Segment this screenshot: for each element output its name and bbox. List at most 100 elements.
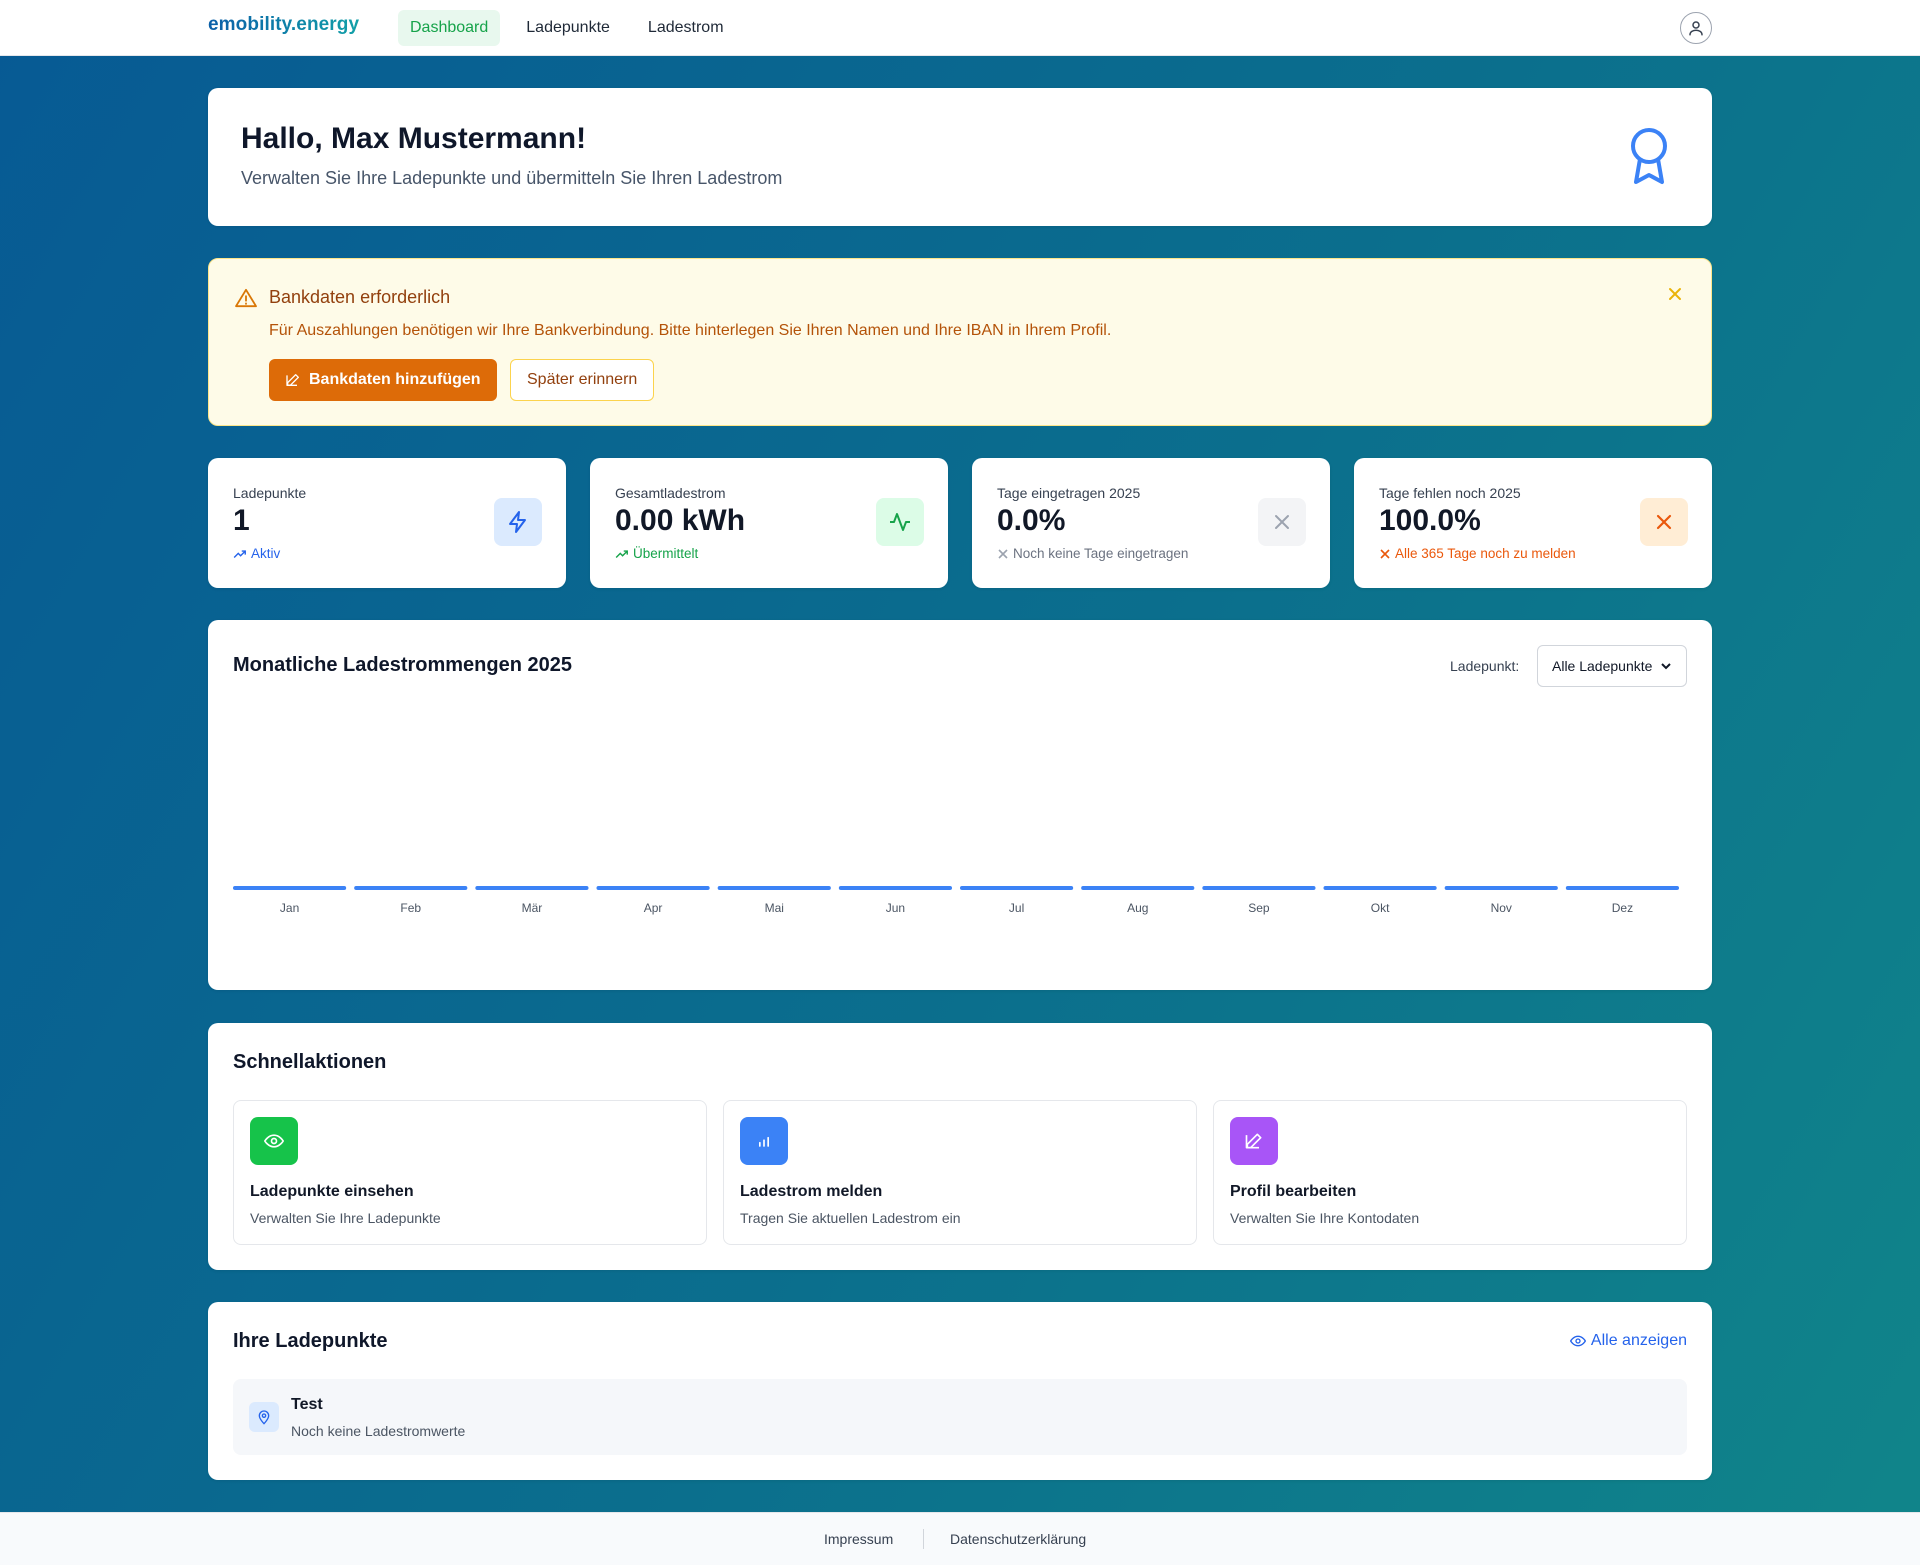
chart-bar-sep bbox=[1202, 886, 1316, 890]
main-nav: Dashboard Ladepunkte Ladestrom bbox=[398, 10, 736, 46]
x-icon bbox=[998, 548, 1008, 559]
nav-ladepunkte[interactable]: Ladepunkte bbox=[514, 10, 622, 46]
stat-value: 0.0% bbox=[997, 504, 1066, 537]
warning-icon bbox=[235, 288, 257, 308]
stat-card-tage-fehlen: Tage fehlen noch 2025 100.0% Alle 365 Ta… bbox=[1354, 458, 1712, 588]
chart-bar-apr bbox=[596, 886, 710, 890]
chart-x-tick-label: Jul bbox=[1009, 901, 1024, 915]
add-bank-data-label: Bankdaten hinzufügen bbox=[309, 371, 481, 388]
chart-bar-aug bbox=[1081, 886, 1195, 890]
chart-x-tick-label: Mär bbox=[522, 901, 543, 915]
stat-value: 0.00 kWh bbox=[615, 504, 746, 537]
welcome-card: Hallo, Max Mustermann! Verwalten Sie Ihr… bbox=[208, 88, 1712, 226]
quick-action-profil[interactable]: Profil bearbeiten Verwalten Sie Ihre Kon… bbox=[1213, 1100, 1687, 1245]
user-menu-button[interactable] bbox=[1680, 12, 1712, 44]
chart-bar-nov bbox=[1444, 886, 1558, 890]
chart-bar-jan bbox=[233, 886, 347, 890]
stat-label: Tage eingetragen 2025 bbox=[997, 485, 1141, 501]
show-all-label: Alle anzeigen bbox=[1590, 1332, 1687, 1349]
x-icon bbox=[1640, 498, 1688, 546]
bank-data-alert: Bankdaten erforderlich Für Auszahlungen … bbox=[208, 258, 1712, 426]
alert-text: Für Auszahlungen benötigen wir Ihre Bank… bbox=[269, 322, 1112, 339]
chart-x-tick-label: Apr bbox=[644, 901, 663, 915]
nav-ladestrom[interactable]: Ladestrom bbox=[636, 10, 736, 46]
welcome-title: Hallo, Max Mustermann! bbox=[241, 122, 587, 155]
datenschutz-link[interactable]: Datenschutzerklärung bbox=[950, 1531, 1086, 1547]
stat-sub-text: Noch keine Tage eingetragen bbox=[1013, 546, 1189, 561]
award-icon bbox=[1631, 128, 1667, 184]
ladepunkt-select-value: Alle Ladepunkte bbox=[1552, 658, 1653, 674]
edit-icon bbox=[1230, 1117, 1278, 1165]
impressum-link[interactable]: Impressum bbox=[824, 1531, 893, 1547]
ladepunkt-status: Noch keine Ladestromwerte bbox=[291, 1423, 466, 1439]
activity-icon bbox=[876, 498, 924, 546]
quick-actions-title: Schnellaktionen bbox=[233, 1051, 387, 1073]
quick-action-title: Profil bearbeiten bbox=[1230, 1183, 1357, 1200]
stat-sub: Übermittelt bbox=[615, 546, 698, 561]
ladepunkte-title: Ihre Ladepunkte bbox=[233, 1330, 388, 1352]
quick-action-desc: Tragen Sie aktuellen Ladestrom ein bbox=[740, 1210, 961, 1226]
chart-bar-mai bbox=[717, 886, 831, 890]
ladepunkt-select[interactable]: Alle Ladepunkte bbox=[1537, 645, 1687, 687]
chart-bar-mär bbox=[475, 886, 589, 890]
chart-x-tick-label: Dez bbox=[1612, 901, 1633, 915]
stat-label: Gesamtladestrom bbox=[615, 485, 726, 501]
welcome-subtitle: Verwalten Sie Ihre Ladepunkte und übermi… bbox=[241, 168, 783, 188]
stat-sub: Noch keine Tage eingetragen bbox=[997, 546, 1188, 561]
stat-sub-text: Übermittelt bbox=[633, 546, 699, 561]
chart-bar-jul bbox=[960, 886, 1074, 890]
stat-sub-text: Aktiv bbox=[251, 546, 281, 561]
footer: Impressum Datenschutzerklärung bbox=[0, 1512, 1920, 1565]
monthly-bar-chart: Jan Feb Mär Apr Mai Jun Jul Aug Sep Okt Nov Dez bbox=[233, 886, 1679, 915]
stat-sub: Aktiv bbox=[233, 546, 280, 561]
chart-x-tick-label: Nov bbox=[1491, 901, 1512, 915]
chart-bar-dez bbox=[1565, 886, 1679, 890]
add-bank-data-button[interactable]: Bankdaten hinzufügen bbox=[269, 359, 497, 401]
ladepunkt-name: Test bbox=[291, 1396, 323, 1413]
quick-action-title: Ladestrom melden bbox=[740, 1183, 883, 1200]
chart-x-tick-label: Jun bbox=[886, 901, 905, 915]
chart-title: Monatliche Ladestrommengen 2025 bbox=[233, 654, 572, 676]
x-icon bbox=[1258, 498, 1306, 546]
eye-icon bbox=[250, 1117, 298, 1165]
bar-chart-icon bbox=[740, 1117, 788, 1165]
chevron-down-icon bbox=[1661, 663, 1671, 670]
chart-x-tick-label: Feb bbox=[400, 901, 421, 915]
nav-dashboard[interactable]: Dashboard bbox=[398, 10, 501, 46]
monthly-chart-card: Monatliche Ladestrommengen 2025 Ladepunk… bbox=[208, 620, 1712, 990]
chart-x-tick-label: Aug bbox=[1127, 901, 1148, 915]
show-all-link[interactable]: Alle anzeigen bbox=[1569, 1332, 1687, 1350]
stat-card-ladepunkte: Ladepunkte 1 Aktiv bbox=[208, 458, 566, 588]
quick-action-title: Ladepunkte einsehen bbox=[250, 1183, 414, 1200]
ladepunkt-list-item[interactable]: Test Noch keine Ladestromwerte bbox=[233, 1379, 1687, 1455]
stat-value: 1 bbox=[233, 504, 250, 537]
ladepunkte-card: Ihre Ladepunkte Alle anzeigen Test Noch … bbox=[208, 1302, 1712, 1480]
stat-card-tage-eingetragen: Tage eingetragen 2025 0.0% Noch keine Ta… bbox=[972, 458, 1330, 588]
chart-bar-jun bbox=[838, 886, 952, 890]
eye-icon bbox=[1569, 1335, 1586, 1347]
chart-x-tick-label: Jan bbox=[280, 901, 299, 915]
quick-action-ladestrom[interactable]: Ladestrom melden Tragen Sie aktuellen La… bbox=[723, 1100, 1197, 1245]
chart-bar-feb bbox=[354, 886, 468, 890]
quick-action-desc: Verwalten Sie Ihre Ladepunkte bbox=[250, 1210, 441, 1226]
close-icon[interactable] bbox=[1667, 285, 1683, 308]
remind-later-button[interactable]: Später erinnern bbox=[510, 359, 655, 401]
chart-x-tick-label: Mai bbox=[765, 901, 784, 915]
stat-label: Tage fehlen noch 2025 bbox=[1379, 485, 1521, 501]
stat-value: 100.0% bbox=[1379, 504, 1481, 537]
trending-up-icon bbox=[233, 549, 246, 558]
top-navigation: emobility.energy Dashboard Ladepunkte La… bbox=[0, 0, 1920, 56]
trending-up-icon bbox=[615, 549, 628, 558]
footer-divider bbox=[923, 1529, 924, 1549]
logo[interactable]: emobility.energy bbox=[208, 14, 359, 36]
stat-sub: Alle 365 Tage noch zu melden bbox=[1379, 546, 1576, 561]
user-icon bbox=[1689, 21, 1703, 36]
chart-x-tick-label: Sep bbox=[1248, 901, 1270, 915]
quick-action-ladepunkte[interactable]: Ladepunkte einsehen Verwalten Sie Ihre L… bbox=[233, 1100, 707, 1245]
map-pin-icon bbox=[249, 1402, 279, 1432]
chart-x-tick-label: Okt bbox=[1371, 901, 1390, 915]
zap-icon bbox=[494, 498, 542, 546]
chart-bar-okt bbox=[1323, 886, 1437, 890]
quick-actions-card: Schnellaktionen Ladepunkte einsehen Verw… bbox=[208, 1023, 1712, 1270]
stat-card-gesamtladestrom: Gesamtladestrom 0.00 kWh Übermittelt bbox=[590, 458, 948, 588]
